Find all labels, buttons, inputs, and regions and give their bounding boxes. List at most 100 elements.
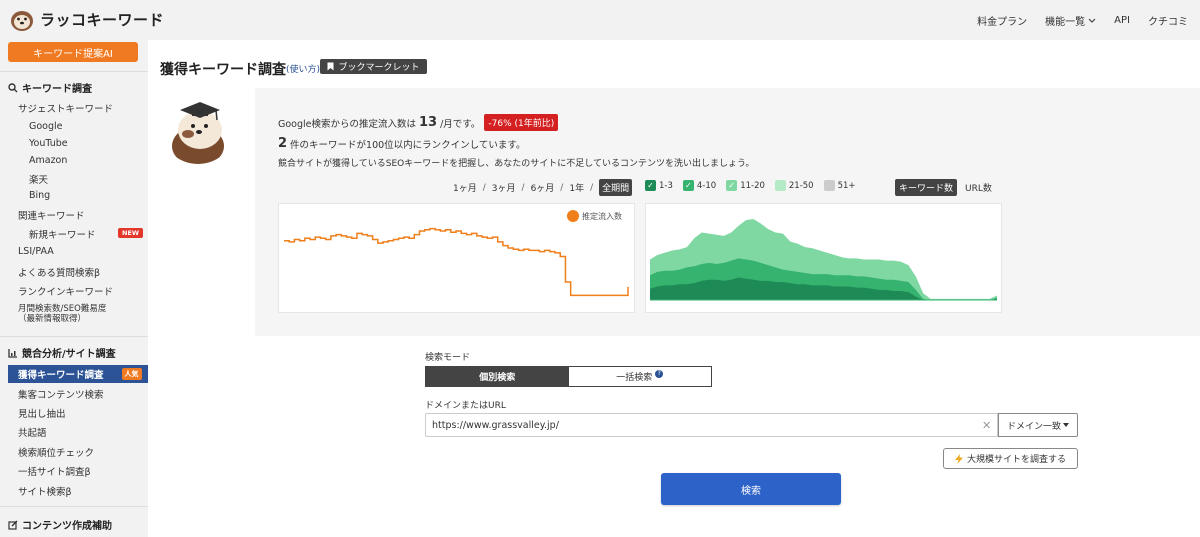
nav-api[interactable]: API	[1114, 13, 1130, 28]
sidebar-item-google[interactable]: Google	[29, 121, 63, 132]
domain-match-select[interactable]: ドメイン一致	[998, 413, 1078, 437]
checkbox-unchecked-icon	[823, 180, 835, 191]
rank-filter-label: 4-10	[696, 180, 717, 191]
sidebar-item-new-keywords[interactable]: 新規キーワード NEW	[29, 227, 148, 241]
traffic-prefix: Google検索からの推定流入数は	[278, 118, 417, 130]
monthly-line1: 月間検索数/SEO難易度	[18, 304, 107, 314]
search-button[interactable]: 検索	[661, 473, 841, 505]
sidebar-item-rank-check[interactable]: 検索順位チェック	[18, 445, 94, 459]
new-badge: NEW	[118, 228, 144, 238]
sidebar-item-bing[interactable]: Bing	[29, 190, 50, 201]
sidebar: キーワード提案AI キーワード調査 サジェストキーワード Google YouT…	[0, 40, 148, 537]
sidebar-item-rakuten[interactable]: 楽天	[29, 172, 48, 186]
rank-filter-11-20[interactable]: ✓ 11-20	[726, 180, 765, 191]
url-input[interactable]	[425, 413, 998, 437]
sidebar-item-suggest[interactable]: サジェストキーワード	[18, 101, 113, 115]
period-6m[interactable]: 6ヶ月	[531, 181, 555, 194]
change-badge: -76% (1年前比)	[484, 114, 559, 131]
section-content: コンテンツ作成補助	[8, 517, 112, 532]
period-3m[interactable]: 3ヶ月	[492, 181, 516, 194]
period-separator: /	[560, 182, 564, 193]
period-separator: /	[521, 182, 525, 193]
logo[interactable]: ラッコキーワード	[8, 6, 164, 32]
bookmarklet-button[interactable]: ブックマークレット	[320, 59, 427, 74]
rank-filter-label: 51+	[837, 180, 856, 191]
mode-label: 検索モード	[425, 353, 471, 363]
section-competitor-label: 競合分析/サイト調査	[22, 349, 116, 360]
acquired-label: 獲得キーワード調査	[18, 370, 104, 381]
mode-bulk-button[interactable]: 一括検索 ?	[569, 367, 712, 386]
nav-features[interactable]: 機能一覧	[1045, 13, 1096, 28]
caret-down-icon	[1063, 423, 1069, 427]
sidebar-item-customer-content[interactable]: 集客コンテンツ検索	[18, 387, 104, 401]
rank-filter-label: 21-50	[788, 180, 814, 191]
checkbox-checked-icon: ✓	[726, 180, 738, 191]
bar-chart-icon	[8, 348, 17, 358]
howto-link[interactable]: (使い方)	[286, 62, 320, 75]
section-keyword-research: キーワード調査	[8, 80, 92, 95]
rank-filter-label: 11-20	[740, 180, 765, 191]
rank-filters: ✓ 1-3 ✓ 4-10 ✓ 11-20 21-50 51+	[645, 180, 856, 191]
rank-count: 2	[278, 136, 288, 151]
sidebar-item-amazon[interactable]: Amazon	[29, 155, 67, 166]
checkbox-checked-icon: ✓	[645, 180, 656, 191]
sidebar-item-headings[interactable]: 見出し抽出	[18, 406, 66, 420]
traffic-legend: 推定流入数	[567, 210, 622, 222]
view-keyword-count[interactable]: キーワード数	[895, 179, 958, 196]
legend-label: 推定流入数	[582, 211, 622, 221]
period-1y[interactable]: 1年	[569, 181, 584, 194]
top-nav: 料金プラン 機能一覧 API クチコミ	[977, 13, 1188, 28]
large-site-label: 大規模サイトを調査する	[966, 455, 1066, 465]
rank-filter-4-10[interactable]: ✓ 4-10	[682, 180, 717, 191]
monthly-line2: （最新情報取得）	[18, 314, 87, 324]
nav-pricing[interactable]: 料金プラン	[977, 13, 1027, 28]
lightning-icon	[954, 453, 963, 464]
bookmark-icon	[327, 62, 334, 71]
rank-filter-1-3[interactable]: ✓ 1-3	[645, 180, 673, 191]
help-icon[interactable]: ?	[655, 369, 664, 378]
checkbox-unchecked-icon	[774, 180, 786, 191]
keyword-ai-button[interactable]: キーワード提案AI	[8, 42, 138, 62]
sidebar-item-bulk-site[interactable]: 一括サイト調査β	[18, 464, 91, 478]
otter-mascot-icon	[172, 102, 224, 164]
period-1m[interactable]: 1ヶ月	[453, 181, 477, 194]
description-text: 競合サイトが獲得しているSEOキーワードを把握し、あなたのサイトに不足しているコ…	[278, 159, 755, 169]
mode-single-button[interactable]: 個別検索	[426, 367, 569, 386]
sidebar-item-lsi[interactable]: LSI/PAA	[18, 246, 54, 257]
period-all[interactable]: 全期間	[599, 179, 633, 196]
sidebar-item-related[interactable]: 関連キーワード	[18, 208, 85, 222]
traffic-chart: 推定流入数	[278, 203, 635, 313]
rank-filter-51-plus[interactable]: 51+	[823, 180, 856, 191]
sidebar-item-faq[interactable]: よくある質問検索β	[18, 265, 100, 279]
section-competitor: 競合分析/サイト調査	[8, 345, 116, 360]
rank-filter-21-50[interactable]: 21-50	[774, 180, 814, 191]
section-content-label: コンテンツ作成補助	[22, 521, 112, 532]
view-toggle: キーワード数 URL数	[895, 179, 992, 196]
section-keyword-label: キーワード調査	[22, 84, 92, 95]
sidebar-divider	[0, 71, 148, 72]
large-site-button[interactable]: 大規模サイトを調査する	[943, 448, 1078, 469]
legend-dot-icon	[567, 210, 579, 222]
chevron-down-icon	[1088, 18, 1096, 23]
search-mode-toggle: 個別検索 一括検索 ?	[425, 366, 712, 387]
sidebar-item-acquired-keywords[interactable]: 獲得キーワード調査 人気	[8, 365, 148, 383]
traffic-value: 13	[419, 115, 438, 130]
clear-icon[interactable]: ✕	[982, 419, 991, 432]
rank-area-chart	[645, 203, 1002, 313]
sidebar-item-cooccur[interactable]: 共起語	[18, 425, 47, 439]
new-keywords-label: 新規キーワード	[29, 230, 96, 241]
nav-features-label: 機能一覧	[1045, 17, 1086, 28]
traffic-series-line	[284, 227, 629, 297]
sidebar-item-monthly[interactable]: 月間検索数/SEO難易度 （最新情報取得）	[18, 304, 106, 324]
checkbox-checked-icon: ✓	[682, 180, 694, 191]
sidebar-divider	[0, 336, 148, 337]
sidebar-item-rankin[interactable]: ランクインキーワード	[18, 284, 113, 298]
bookmarklet-label: ブックマークレット	[338, 63, 420, 73]
nav-reviews[interactable]: クチコミ	[1148, 13, 1188, 28]
logo-text: ラッコキーワード	[40, 10, 165, 29]
sidebar-item-site-search[interactable]: サイト検索β	[18, 484, 72, 498]
view-url-count[interactable]: URL数	[965, 181, 992, 194]
edit-icon	[8, 520, 18, 530]
period-selector: 1ヶ月 / 3ヶ月 / 6ヶ月 / 1年 / 全期間	[453, 179, 633, 196]
sidebar-item-youtube[interactable]: YouTube	[29, 138, 68, 149]
